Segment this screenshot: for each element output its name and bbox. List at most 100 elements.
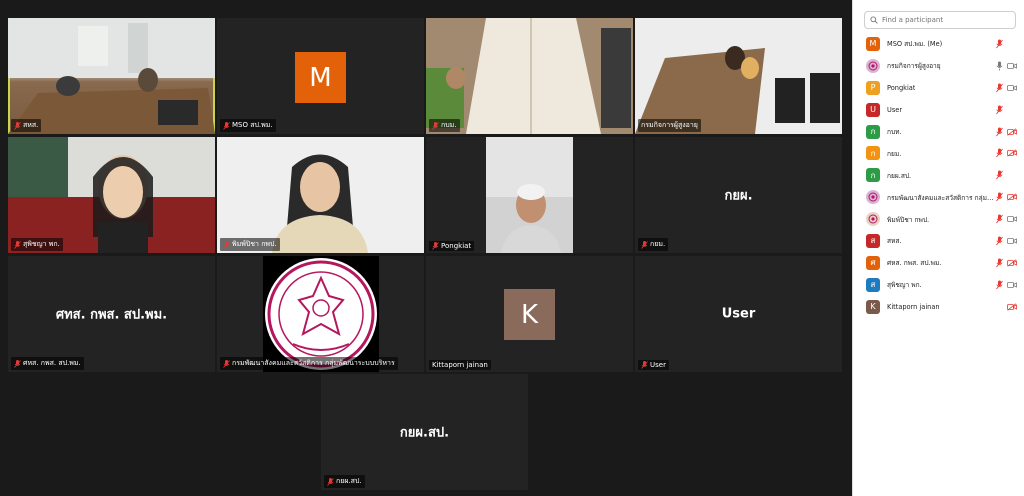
- participant-avatar-image: [866, 212, 880, 227]
- participant-row[interactable]: พิมพ์ปิชา กพป.: [853, 208, 1024, 230]
- participant-status-icons: [996, 61, 1017, 71]
- participant-name: พิมพ์ปิชา กพป.: [232, 240, 277, 248]
- video-tile-pongkiat[interactable]: Pongkiat: [426, 137, 633, 253]
- participant-name: User: [650, 361, 666, 369]
- mic-off-icon: [641, 240, 648, 249]
- participant-display-name: ศทส. กพส. สป.พม.: [55, 307, 168, 323]
- video-off-icon: [1007, 303, 1017, 311]
- participant-name: User: [887, 105, 903, 114]
- participant-name: สุพิชญา พก.: [23, 240, 60, 248]
- participant-avatar: ศ: [866, 255, 880, 270]
- video-tile-user[interactable]: User User: [635, 256, 842, 372]
- participant-list: M MSO สป.พม. (Me) กรมกิจการผู้สูงอายุ P Pong…: [853, 33, 1024, 318]
- participant-name: สหส.: [887, 237, 902, 246]
- video-tile-elderly-dept[interactable]: กรมกิจการผู้สูงอายุ: [635, 18, 842, 134]
- participant-name-tag: กบม.: [429, 119, 460, 132]
- mic-off-icon: [432, 242, 439, 250]
- participant-name-tag: กยม.: [638, 238, 669, 251]
- participant-avatar: ส: [866, 233, 880, 248]
- participant-name: สุพิชญา พก.: [887, 281, 922, 290]
- video-on-icon: [1007, 281, 1017, 288]
- participants-panel: M MSO สป.พม. (Me) กรมกิจการผู้สูงอายุ P Pong…: [852, 0, 1024, 496]
- video-on-icon: [1007, 216, 1017, 222]
- mic-on-icon: [996, 61, 1003, 71]
- participant-name-tag: User: [638, 360, 669, 370]
- participant-avatar: ส: [866, 277, 880, 292]
- video-tile-kyp-sp[interactable]: กยผ.สป. กยผ.สป.: [321, 374, 528, 490]
- participant-name-tag: สหส.: [11, 119, 42, 132]
- participant-name-tag: สุพิชญา พก.: [11, 238, 63, 251]
- participant-search[interactable]: [864, 11, 1016, 29]
- video-tile-kbm[interactable]: กบม.: [426, 18, 633, 134]
- participant-row[interactable]: ก กยผ.สป.: [853, 164, 1024, 186]
- video-tile-kittaporn[interactable]: K Kittaporn jainan: [426, 256, 633, 372]
- participant-row[interactable]: กรมพัฒนาสังคมและสวัสดิการ กลุ่มพัฒ...: [853, 186, 1024, 208]
- video-tile-mso[interactable]: M MSO สป.พม.: [217, 18, 424, 134]
- mic-off-icon: [996, 148, 1003, 158]
- participant-status-icons: [996, 280, 1017, 290]
- participant-status-icons: [996, 192, 1017, 202]
- mic-off-icon: [996, 170, 1003, 180]
- video-off-icon: [1007, 259, 1017, 267]
- participant-row[interactable]: ส สหส.: [853, 230, 1024, 252]
- mic-off-icon: [432, 121, 439, 130]
- department-logo-icon: [263, 256, 379, 372]
- participant-name: กรมพัฒนาสังคมและสวัสดิการ กลุ่มพัฒนาระบบ…: [232, 359, 395, 367]
- participant-name-tag: กรมพัฒนาสังคมและสวัสดิการ กลุ่มพัฒนาระบบ…: [220, 357, 398, 370]
- search-icon: [870, 16, 878, 24]
- video-tile-sahs[interactable]: สหส.: [8, 18, 215, 134]
- participant-row[interactable]: ส สุพิชญา พก.: [853, 274, 1024, 296]
- participant-avatar: ก: [866, 146, 880, 161]
- mic-off-icon: [996, 105, 1003, 114]
- participant-row[interactable]: ศ ศหส. กพส. สป.พม.: [853, 252, 1024, 274]
- mic-off-icon: [996, 258, 1003, 268]
- participant-avatar: M: [866, 36, 880, 51]
- video-tile-supichaya[interactable]: สุพิชญา พก.: [8, 137, 215, 253]
- participant-row[interactable]: M MSO สป.พม. (Me): [853, 33, 1024, 55]
- conference-table-video: [426, 18, 633, 134]
- participant-row[interactable]: U User: [853, 99, 1024, 121]
- participant-avatar: P: [866, 80, 880, 95]
- video-tile-pimpicha[interactable]: พิมพ์ปิชา กพป.: [217, 137, 424, 253]
- mic-off-icon: [641, 361, 648, 369]
- participant-status-icons: [996, 39, 1017, 49]
- video-tile-kym[interactable]: กยผ. กยม.: [635, 137, 842, 253]
- participant-name: กบท.: [887, 128, 902, 136]
- webcam-video: [217, 137, 424, 253]
- participant-avatar-image: [866, 190, 880, 205]
- video-on-icon: [1007, 62, 1017, 69]
- participant-row[interactable]: ก กยม.: [853, 142, 1024, 164]
- video-off-icon: [1007, 128, 1017, 135]
- participant-display-name: กยผ.สป.: [399, 425, 450, 441]
- participant-avatar: ก: [866, 124, 880, 139]
- webcam-video: [486, 137, 573, 253]
- participant-name: Kittaporn jainan: [432, 361, 488, 369]
- video-tile-social-dev-dept[interactable]: กรมพัฒนาสังคมและสวัสดิการ กลุ่มพัฒนาระบบ…: [217, 256, 424, 372]
- mic-off-icon: [996, 214, 1003, 224]
- video-gallery: สหส. M MSO สป.พม. กบม. กรมกิจการผู้สูงอา…: [0, 0, 852, 496]
- participant-name: กยผ.สป.: [887, 171, 912, 180]
- participant-name: กยม.: [887, 149, 902, 158]
- participant-avatar: ก: [866, 168, 880, 183]
- meeting-room-video: [635, 18, 842, 134]
- mic-off-icon: [223, 240, 230, 249]
- mic-off-icon: [996, 280, 1003, 290]
- participant-name: Pongkiat: [887, 83, 916, 92]
- participant-row[interactable]: ก กบท.: [853, 121, 1024, 143]
- mic-off-icon: [327, 477, 334, 486]
- participant-name: กยผ.สป.: [336, 477, 362, 485]
- participant-row[interactable]: P Pongkiat: [853, 77, 1024, 99]
- video-on-icon: [1007, 84, 1017, 91]
- mic-off-icon: [996, 39, 1003, 49]
- participant-row[interactable]: K Kittaporn jainan: [853, 296, 1024, 318]
- mic-off-icon: [996, 83, 1003, 92]
- video-tile-sahs-kps[interactable]: ศทส. กพส. สป.พม. ศหส. กพส. สป.พม.: [8, 256, 215, 372]
- participant-name-tag: MSO สป.พม.: [220, 119, 276, 132]
- participant-name: กยม.: [650, 240, 666, 248]
- avatar: K: [504, 289, 555, 340]
- participant-status-icons: [996, 105, 1017, 114]
- participant-row[interactable]: กรมกิจการผู้สูงอายุ: [853, 55, 1024, 77]
- participant-avatar-image: [866, 58, 880, 73]
- avatar: M: [295, 52, 346, 103]
- search-input[interactable]: [882, 16, 1012, 24]
